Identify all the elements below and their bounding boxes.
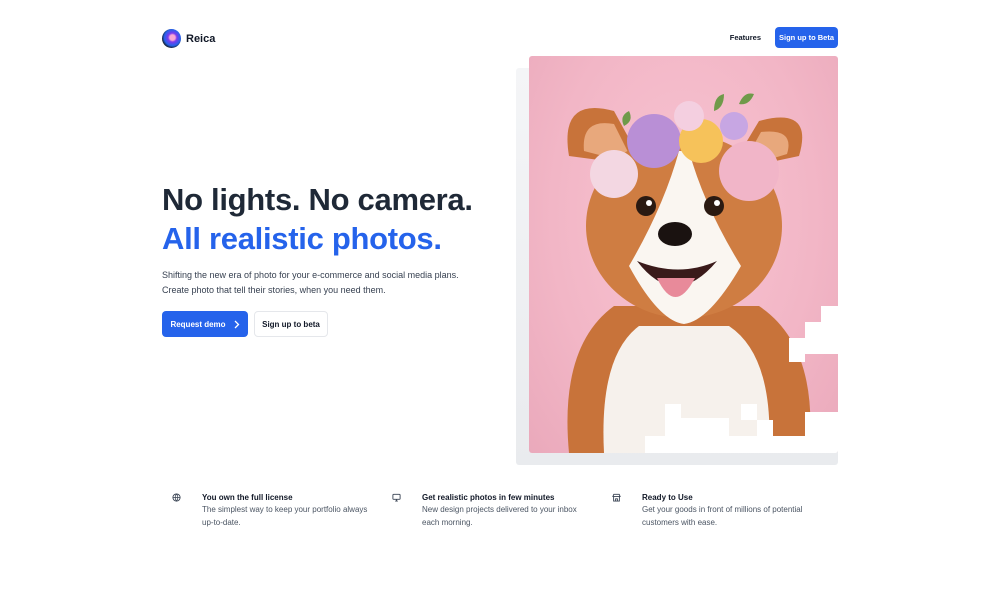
sign-up-beta-button[interactable]: Sign up to beta: [254, 311, 328, 337]
main-nav: Features Sign up to Beta: [730, 27, 838, 48]
features-row: You own the full license The simplest wa…: [172, 492, 832, 529]
nav-link-features[interactable]: Features: [730, 33, 761, 42]
pixel-block: [789, 346, 805, 362]
feature-text: Ready to Use Get your goods in front of …: [642, 492, 812, 529]
monitor-icon: [392, 493, 401, 502]
hero-headline: No lights. No camera. All realistic phot…: [162, 180, 502, 258]
site-header: Reica Features Sign up to Beta: [162, 27, 838, 49]
pixel-block: [757, 420, 773, 436]
globe-icon: [172, 493, 181, 502]
headline-line-2: All realistic photos.: [162, 221, 442, 256]
pixel-block: [741, 404, 757, 420]
brand-logo[interactable]: Reica: [162, 29, 215, 48]
feature-title: Ready to Use: [642, 493, 693, 502]
hero-section: No lights. No camera. All realistic phot…: [162, 180, 502, 337]
sign-up-beta-nav-button[interactable]: Sign up to Beta: [775, 27, 838, 48]
feature-text: Get realistic photos in few minutes New …: [422, 492, 592, 529]
feature-item: Get realistic photos in few minutes New …: [392, 492, 612, 529]
feature-title: Get realistic photos in few minutes: [422, 493, 555, 502]
store-icon: [612, 493, 621, 502]
pixel-block: [821, 306, 838, 323]
brand-name: Reica: [186, 32, 216, 45]
headline-line-1: No lights. No camera.: [162, 182, 473, 217]
hero-actions: Request demo Sign up to beta: [162, 311, 502, 337]
lead-line-2: Create photo that tell their stories, wh…: [162, 284, 386, 295]
logo-icon: [162, 29, 181, 48]
feature-description: The simplest way to keep your portfolio …: [202, 505, 368, 527]
feature-item: You own the full license The simplest wa…: [172, 492, 392, 529]
lead-line-1: Shifting the new era of photo for your e…: [162, 270, 459, 280]
corgi-illustration: [567, 93, 811, 453]
chevron-right-icon: [234, 320, 239, 328]
feature-description: Get your goods in front of millions of p…: [642, 505, 803, 527]
feature-item: Ready to Use Get your goods in front of …: [612, 492, 832, 529]
pixel-block: [645, 436, 685, 453]
pixel-block: [719, 436, 838, 453]
feature-title: You own the full license: [202, 493, 293, 502]
request-demo-label: Request demo: [170, 319, 226, 329]
hero-lead: Shifting the new era of photo for your e…: [162, 268, 502, 297]
pixel-block: [805, 322, 838, 339]
hero-dog-photo: [529, 56, 838, 453]
feature-text: You own the full license The simplest wa…: [202, 492, 372, 529]
request-demo-button[interactable]: Request demo: [162, 311, 248, 337]
feature-description: New design projects delivered to your in…: [422, 505, 577, 527]
